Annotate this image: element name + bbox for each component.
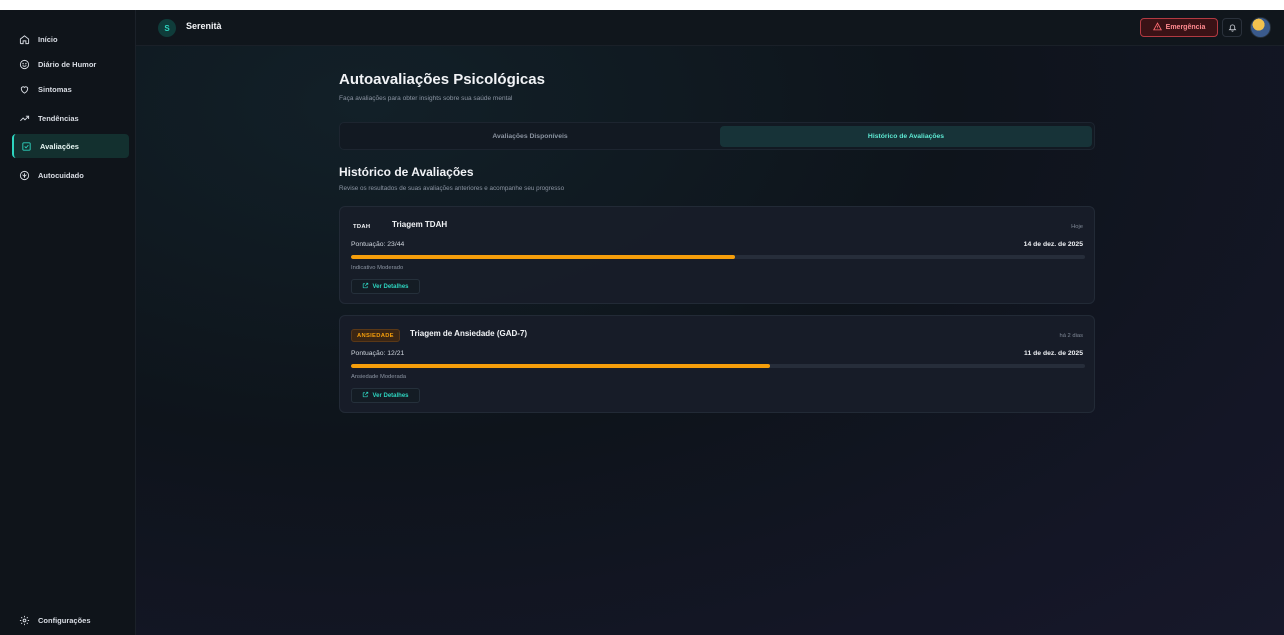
app-root: Início Diário de Humor Sintomas Tendênci… [0,10,1284,635]
sidebar-item-tendencias[interactable]: Tendências [12,106,129,130]
score-label: Pontuação: 12/21 [351,350,405,357]
relative-date: há 2 dias [1059,333,1083,339]
assessment-title: Triagem TDAH [392,220,448,229]
view-details-button[interactable]: Ver Detalhes [351,279,420,294]
top-header: S Serenità Emergência [136,10,1284,46]
result-level: Ansiedade Moderada [351,374,407,380]
sidebar-item-label: Diário de Humor [38,59,97,69]
assessment-title: Triagem de Ansiedade (GAD-7) [410,329,528,338]
main-content: Autoavaliações Psicológicas Faça avaliaç… [136,46,1284,635]
page-subtitle: Faça avaliações para obter insights sobr… [339,95,513,102]
view-details-label: Ver Detalhes [372,392,409,399]
home-icon [18,33,30,45]
external-link-icon [362,391,369,400]
score-label: Pontuação: 23/44 [351,241,405,248]
sidebar-item-configuracoes[interactable]: Configurações [12,608,129,632]
category-badge: ANSIEDADE [351,329,400,342]
assessment-date: 14 de dez. de 2025 [1023,241,1083,248]
assessment-tabs: Avaliações Disponíveis Histórico de Aval… [339,122,1095,150]
view-details-label: Ver Detalhes [372,283,409,290]
score-progress-bar [351,255,1085,259]
self-care-icon [18,169,30,181]
sidebar-item-sintomas[interactable]: Sintomas [12,77,129,101]
relative-date: Hoje [1071,224,1083,230]
sidebar-item-label: Autocuidado [38,170,84,180]
sidebar: Início Diário de Humor Sintomas Tendênci… [0,10,136,635]
gear-icon [18,614,30,626]
sidebar-item-label: Início [38,34,58,44]
heart-icon [18,83,30,95]
assessment-card: TDAH Triagem TDAH Hoje Pontuação: 23/44 … [339,206,1095,304]
top-strip [0,0,1284,10]
sidebar-item-label: Avaliações [40,141,79,151]
sidebar-item-autocuidado[interactable]: Autocuidado [12,163,129,187]
brand-logo[interactable]: S [158,19,176,37]
score-progress-fill [351,364,771,368]
tab-historico-de-avaliacoes[interactable]: Histórico de Avaliações [720,126,1092,147]
bell-icon [1228,19,1237,37]
sidebar-item-label: Configurações [38,615,91,625]
alert-triangle-icon [1152,22,1162,33]
clipboard-check-icon [20,140,32,152]
section-title: Histórico de Avaliações [339,165,474,179]
sidebar-item-label: Sintomas [38,84,72,94]
assessment-date: 11 de dez. de 2025 [1024,350,1083,357]
smile-icon [18,58,30,70]
sidebar-item-label: Tendências [38,113,79,123]
sidebar-item-avaliacoes[interactable]: Avaliações [12,134,129,158]
page-title: Autoavaliações Psicológicas [339,71,545,88]
notifications-button[interactable] [1222,18,1242,37]
assessment-card: ANSIEDADE Triagem de Ansiedade (GAD-7) h… [339,315,1095,413]
external-link-icon [362,282,369,291]
user-avatar[interactable] [1250,17,1271,38]
brand-name[interactable]: Serenità [186,21,222,31]
trending-up-icon [18,112,30,124]
score-progress-fill [351,255,735,259]
result-level: Indicativo Moderado [351,265,404,271]
sidebar-item-inicio[interactable]: Início [12,27,129,51]
emergency-label: Emergência [1165,24,1206,31]
view-details-button[interactable]: Ver Detalhes [351,388,420,403]
score-progress-bar [351,364,1085,368]
section-subtitle: Revise os resultados de suas avaliações … [339,185,565,192]
sidebar-item-diario-de-humor[interactable]: Diário de Humor [12,52,129,76]
category-badge: TDAH [353,223,371,230]
emergency-button[interactable]: Emergência [1140,18,1218,37]
tab-avaliacoes-disponiveis[interactable]: Avaliações Disponíveis [344,126,716,147]
